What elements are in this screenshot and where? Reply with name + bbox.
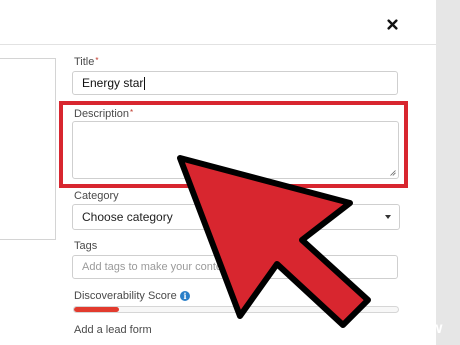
wikihow-watermark: wikiHow: [382, 320, 443, 337]
info-icon[interactable]: i: [180, 291, 190, 301]
close-icon: [386, 18, 398, 30]
category-select[interactable]: Choose category: [72, 204, 400, 230]
title-input[interactable]: Energy star: [72, 71, 398, 95]
description-highlight-box: [59, 101, 408, 188]
upload-details-modal: Title* Energy star Description* Category…: [0, 0, 436, 345]
title-label: Title*: [74, 56, 99, 68]
discoverability-score-fill: [74, 307, 120, 312]
category-label: Category: [74, 190, 119, 202]
modal-backdrop: [436, 0, 460, 345]
tags-input[interactable]: Add tags to make your content m: [72, 255, 398, 279]
discoverability-label: Discoverability Score: [74, 290, 177, 302]
add-lead-form-label: Add a lead form: [74, 324, 152, 336]
modal-header-divider: [0, 44, 436, 45]
title-input-value: Energy star: [82, 76, 144, 90]
tags-placeholder: Add tags to make your content m: [82, 261, 244, 273]
media-preview-panel: [0, 58, 56, 240]
chevron-down-icon: [385, 215, 391, 219]
category-selected-value: Choose category: [82, 210, 173, 224]
text-cursor: [144, 76, 146, 90]
tags-label: Tags: [74, 240, 98, 252]
discoverability-score-bar: [73, 306, 399, 313]
close-button[interactable]: [382, 14, 402, 34]
